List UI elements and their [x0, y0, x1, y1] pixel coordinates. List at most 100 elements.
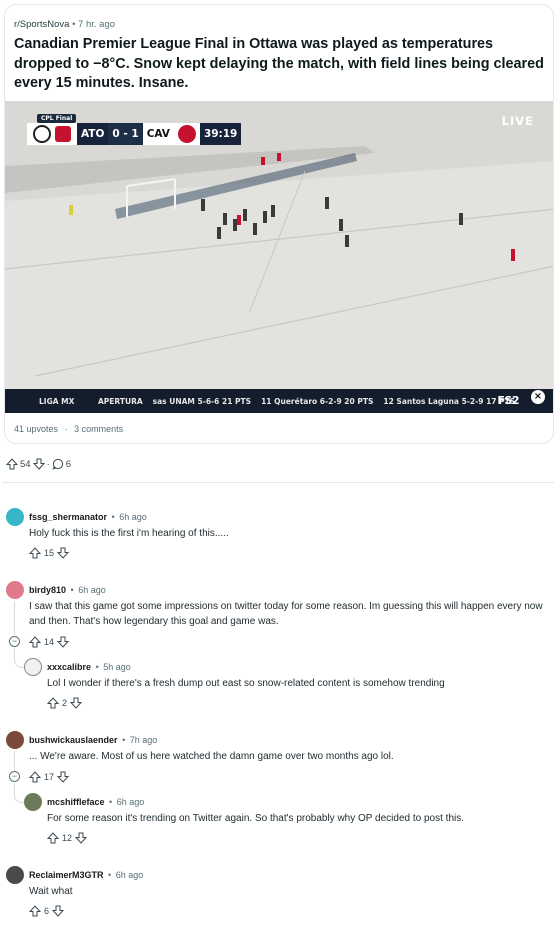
comment-actions: 6: [29, 905, 65, 917]
away-team: CAV: [142, 123, 174, 145]
header-separator: •: [108, 870, 112, 880]
post-title[interactable]: Canadian Premier League Final in Ottawa …: [14, 35, 544, 94]
thread-line[interactable]: [14, 751, 15, 771]
ticker-item: 12 Santos Laguna 5-2-9 17 PTS: [383, 396, 516, 406]
comment-body: For some reason it's trending on Twitter…: [47, 813, 465, 824]
scorebug-label: CPL Final: [37, 114, 77, 123]
avatar[interactable]: [6, 866, 24, 884]
comment-actions: 17: [29, 771, 70, 783]
comment-time: 6h ago: [78, 585, 106, 595]
post-time: 7 hr. ago: [78, 19, 116, 30]
comment-vote-count: 15: [44, 548, 55, 558]
comment-time: 6h ago: [119, 512, 147, 522]
ticker-item: 11 Querétaro 6-2-9 20 PTS: [261, 396, 374, 406]
avatar[interactable]: [24, 793, 42, 811]
stats-separator: ·: [64, 424, 68, 434]
comment-vote-count: 6: [44, 906, 50, 916]
ticker-item: APERTURA: [98, 396, 143, 406]
downvote-icon[interactable]: [70, 697, 83, 709]
comment-username[interactable]: ReclaimerM3GTR: [29, 870, 104, 880]
divider: [2, 482, 554, 483]
comment-body: Holy fuck this is the first i'm hearing …: [29, 528, 229, 539]
downvote-icon[interactable]: [57, 636, 70, 648]
comment-username[interactable]: mcshiffleface: [47, 797, 105, 807]
collapse-icon[interactable]: −: [9, 771, 20, 782]
header-separator: •: [122, 735, 126, 745]
live-badge: LIVE: [501, 114, 534, 128]
comment-body: Lol I wonder if there's a fresh dump out…: [47, 678, 445, 689]
comment-vote-count: 2: [62, 698, 68, 708]
cpl-logo-icon: [55, 126, 71, 142]
comment-body: I saw that this game got some impression…: [29, 601, 543, 627]
upvote-icon[interactable]: [29, 771, 41, 783]
collapse-icon[interactable]: −: [9, 636, 20, 647]
comment-time: 6h ago: [115, 870, 144, 880]
comment-actions: 2: [47, 697, 83, 709]
comment-header: ReclaimerM3GTR • 6h ago: [29, 870, 143, 880]
downvote-icon[interactable]: [75, 832, 88, 844]
comment-header: xxxcalibre • 5h ago: [47, 662, 131, 672]
network-logo: FS2: [497, 394, 519, 407]
comment-actions: 14: [29, 636, 70, 648]
close-icon[interactable]: ×: [531, 390, 545, 404]
thread-line[interactable]: [14, 601, 15, 635]
upvote-icon[interactable]: [29, 636, 41, 648]
avatar[interactable]: [6, 731, 24, 749]
comment-actions: 12: [47, 832, 88, 844]
header-separator: •: [111, 512, 115, 522]
comment-header: birdy810 • 6h ago: [29, 585, 106, 595]
downvote-icon[interactable]: [57, 547, 70, 559]
upvote-icon[interactable]: [47, 697, 59, 709]
actions-separator: ·: [46, 458, 50, 470]
ticker-league: LIGA MX: [39, 396, 75, 406]
comment-username[interactable]: xxxcalibre: [47, 662, 91, 672]
comment-count: 6: [65, 458, 72, 470]
upvote-count-text: 41 upvotes: [14, 424, 59, 434]
header-separator: •: [109, 797, 113, 807]
avatar[interactable]: [24, 658, 42, 676]
comment-vote-count: 12: [62, 833, 73, 843]
comment-username[interactable]: birdy810: [29, 585, 66, 595]
upvote-icon[interactable]: [29, 547, 41, 559]
avatar[interactable]: [6, 581, 24, 599]
ticker-item: sas UNAM 5-6-6 21 PTS: [152, 396, 252, 406]
snowy-pitch-image: [5, 101, 553, 413]
score-ticker: LIGA MX APERTURA sas UNAM 5-6-6 21 PTS 1…: [5, 389, 553, 413]
comment-time: 7h ago: [129, 735, 158, 745]
comment-icon[interactable]: [52, 458, 64, 470]
header-separator: •: [70, 585, 74, 595]
post-meta: r/SportsNova • 7 hr. ago: [14, 19, 115, 30]
post-card: r/SportsNova • 7 hr. ago Canadian Premie…: [4, 4, 554, 444]
subreddit-link[interactable]: r/SportsNova: [14, 19, 69, 30]
comment-time: 6h ago: [116, 797, 145, 807]
downvote-icon[interactable]: [52, 905, 65, 917]
post-actions: 54 · 6: [6, 458, 71, 470]
score: 0 - 1: [108, 123, 143, 145]
upvote-icon[interactable]: [29, 905, 41, 917]
away-crest: [173, 123, 200, 145]
comment-count-text: 3 comments: [74, 424, 124, 434]
comment-vote-count: 14: [44, 637, 55, 647]
comment-time: 5h ago: [103, 662, 131, 672]
home-crest: [27, 123, 77, 145]
post-video[interactable]: CPL Final ATO 0 - 1 CAV 39:19 LIVE LIGA …: [5, 101, 553, 413]
match-clock: 39:19: [199, 123, 242, 145]
upvote-icon[interactable]: [6, 458, 18, 470]
ato-logo-icon: [33, 125, 51, 143]
meta-separator: •: [72, 19, 76, 30]
downvote-icon[interactable]: [32, 458, 45, 470]
header-separator: •: [95, 662, 99, 672]
comment-vote-count: 17: [44, 772, 55, 782]
comment-body: ... We're aware. Most of us here watched…: [29, 751, 394, 762]
comment-actions: 15: [29, 547, 70, 559]
comment-header: bushwickauslaender • 7h ago: [29, 735, 157, 745]
comment-header: mcshiffleface • 6h ago: [47, 797, 144, 807]
post-stats: 41 upvotes · 3 comments: [14, 424, 123, 434]
comment-username[interactable]: bushwickauslaender: [29, 735, 118, 745]
avatar[interactable]: [6, 508, 24, 526]
comment-username[interactable]: fssg_shermanator: [29, 512, 107, 522]
comment-body: Wait what: [29, 886, 73, 897]
downvote-icon[interactable]: [57, 771, 70, 783]
upvote-icon[interactable]: [47, 832, 59, 844]
scorebug: CPL Final ATO 0 - 1 CAV 39:19: [27, 114, 242, 145]
